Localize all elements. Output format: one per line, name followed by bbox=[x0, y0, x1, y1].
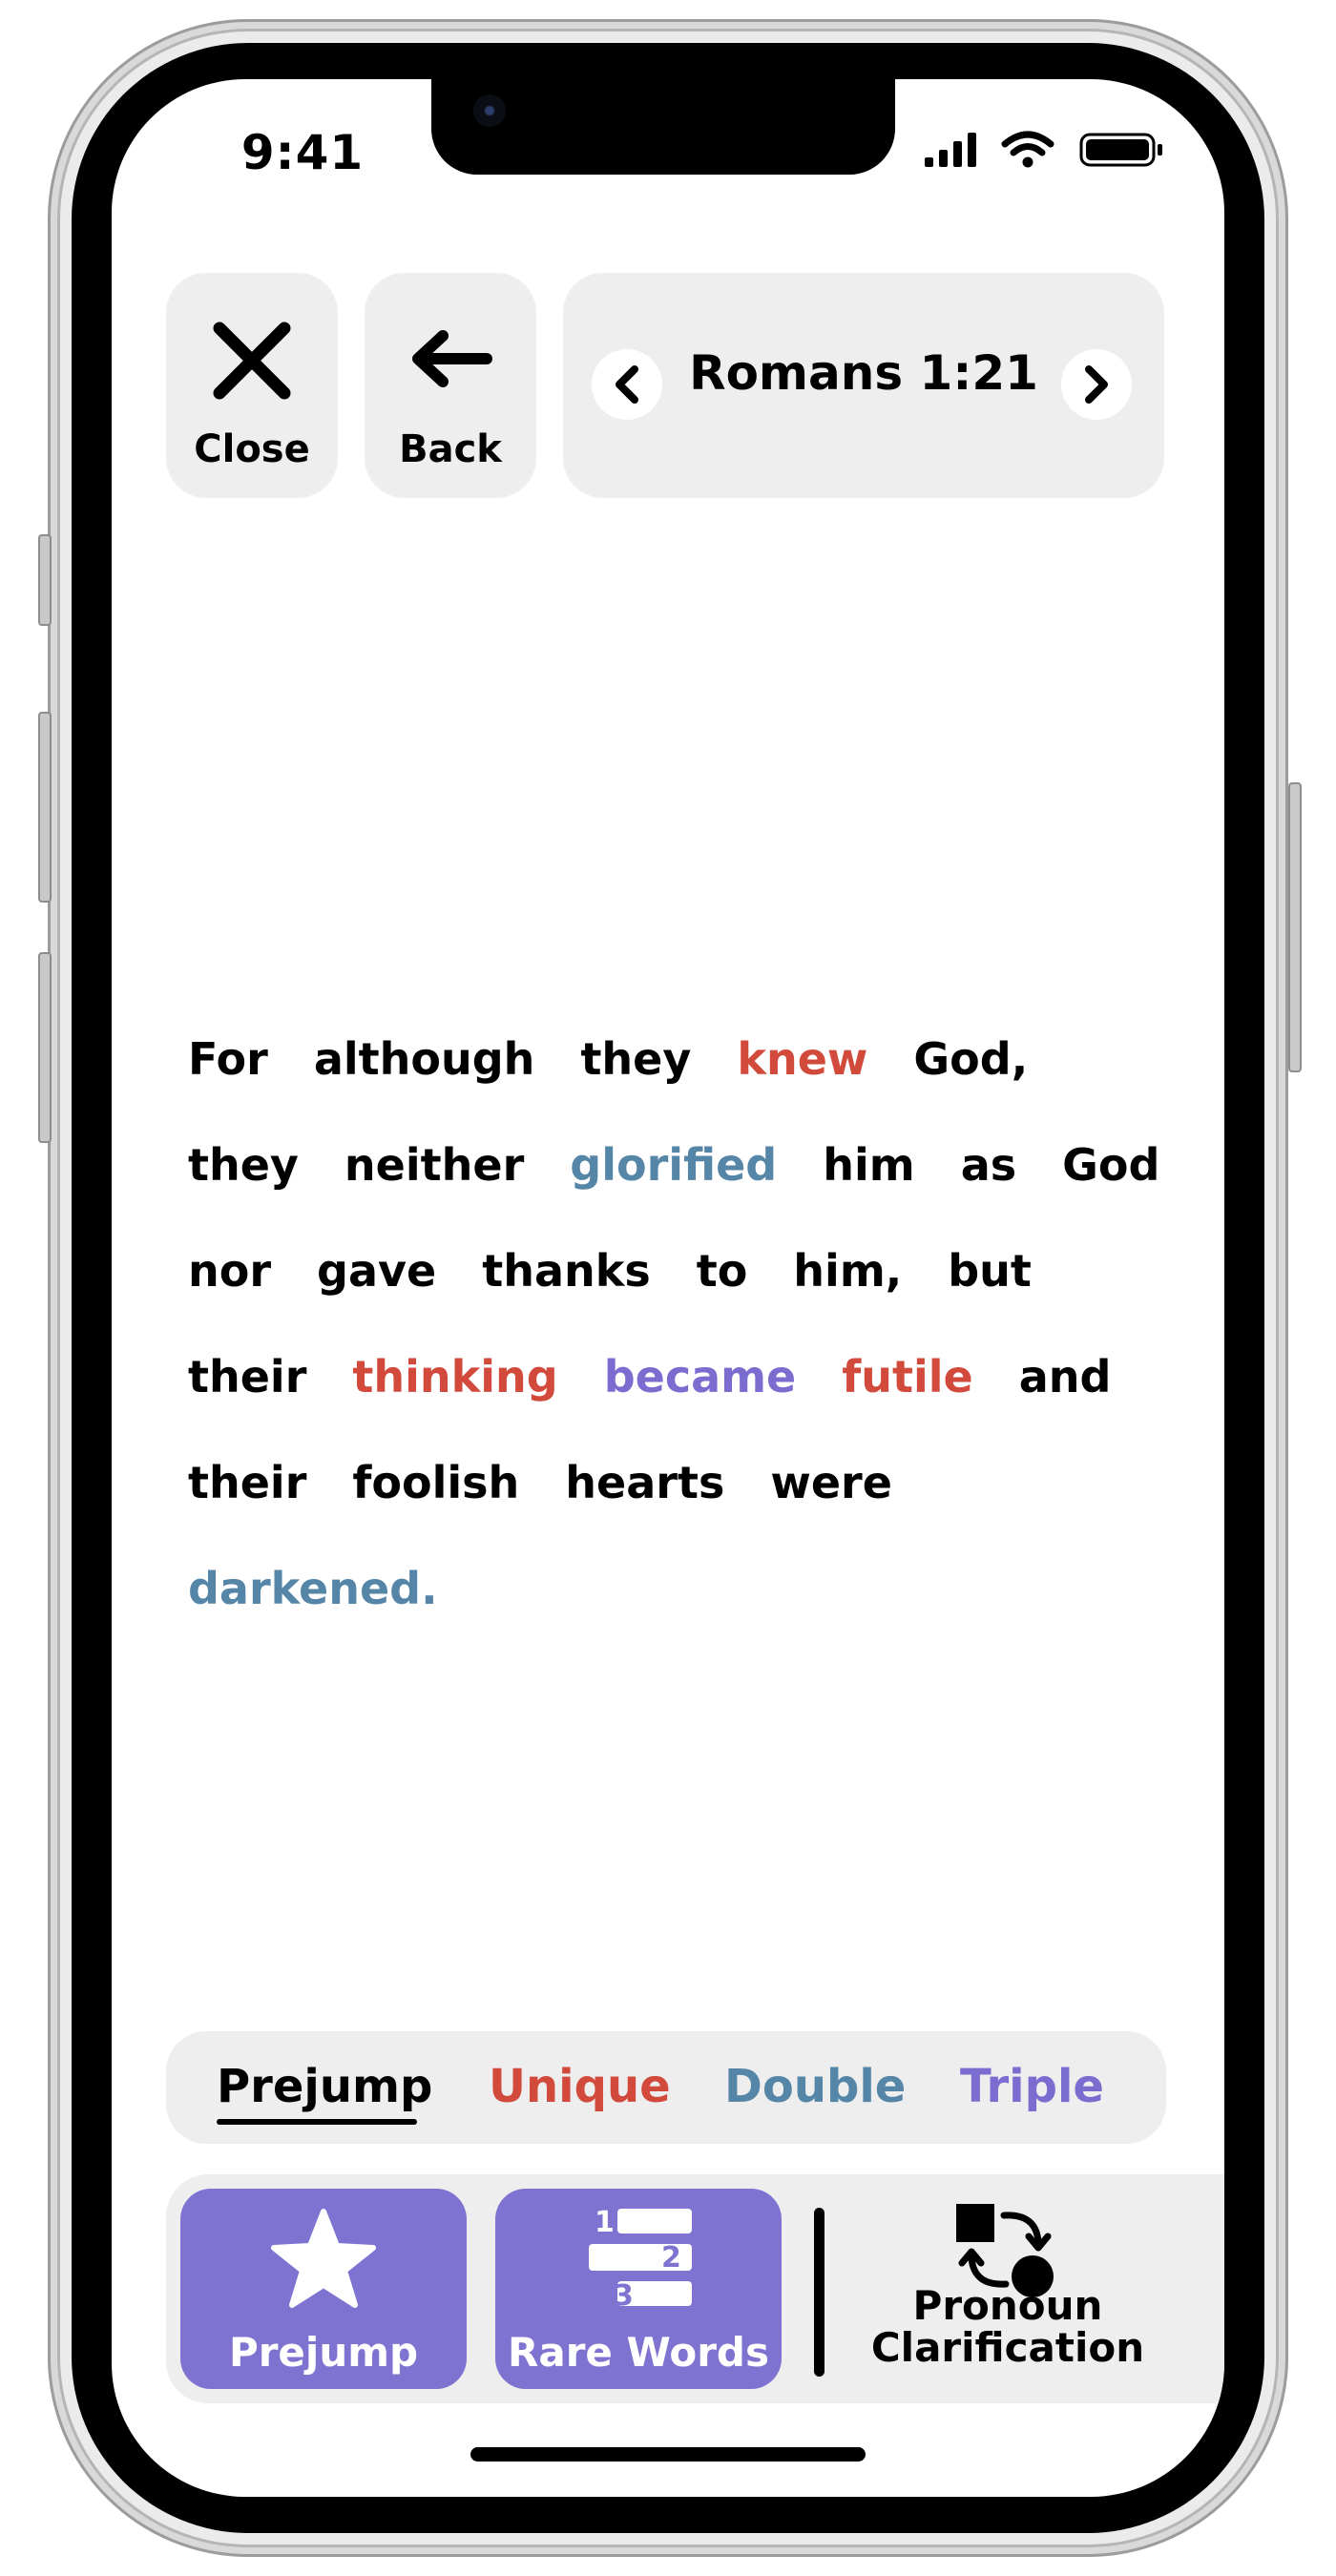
verse-navigator: Romans 1:21 bbox=[563, 273, 1164, 498]
verse-word: nor bbox=[188, 1245, 272, 1297]
tool-bar: Prejump 1 2 3 Rare Words Pronoun Clarifi… bbox=[166, 2174, 1224, 2403]
ranked-list-icon: 1 2 3 bbox=[589, 2206, 692, 2311]
signal-icon bbox=[925, 133, 976, 167]
battery-icon bbox=[1079, 133, 1162, 167]
verse-word: but bbox=[948, 1245, 1032, 1297]
verse-word: gave bbox=[317, 1245, 437, 1297]
close-icon bbox=[213, 322, 291, 400]
pronoun-label-line1: Pronoun bbox=[912, 2282, 1103, 2329]
power-button bbox=[1288, 782, 1302, 1072]
verse-word: their bbox=[188, 1457, 307, 1508]
verse-line: For although they knew God, bbox=[188, 1033, 1074, 1110]
highlighted-word-double[interactable]: glorified bbox=[570, 1139, 777, 1215]
camera-icon bbox=[473, 94, 506, 127]
verse-word: God, bbox=[913, 1033, 1029, 1085]
toolbar-divider bbox=[814, 2208, 825, 2377]
back-arrow-icon bbox=[412, 330, 492, 387]
tab-prejump-label: Prejump bbox=[217, 2060, 433, 2113]
highlighted-word-triple[interactable]: became bbox=[604, 1351, 797, 1427]
next-verse-button[interactable] bbox=[1061, 349, 1132, 420]
verse-word: and bbox=[1018, 1351, 1112, 1402]
verse-line: darkened. bbox=[188, 1563, 484, 1639]
rank-number-3: 3 bbox=[614, 2279, 634, 2311]
home-indicator bbox=[470, 2447, 866, 2462]
back-button[interactable]: Back bbox=[365, 273, 536, 498]
phone-screen: 9:41 Close Back Romans 1:21 For although… bbox=[112, 79, 1224, 2497]
tab-double[interactable]: Double bbox=[724, 2060, 906, 2113]
status-icons bbox=[923, 131, 1171, 169]
chevron-left-icon bbox=[616, 365, 638, 404]
verse-word: they bbox=[580, 1033, 692, 1085]
verse-word: to bbox=[696, 1245, 748, 1297]
tab-selected-underline bbox=[217, 2119, 417, 2125]
prejump-tool-label: Prejump bbox=[228, 2329, 419, 2376]
verse-word: their bbox=[188, 1351, 307, 1402]
highlighted-word-unique[interactable]: futile bbox=[842, 1351, 972, 1427]
verse-word: hearts bbox=[565, 1457, 725, 1508]
tab-prejump[interactable]: Prejump bbox=[217, 2060, 432, 2125]
verse-word: were bbox=[770, 1457, 892, 1508]
chevron-right-icon bbox=[1085, 365, 1108, 404]
verse-word: For bbox=[188, 1033, 268, 1085]
verse-word: although bbox=[313, 1033, 535, 1085]
star-icon bbox=[271, 2209, 376, 2308]
tab-unique[interactable]: Unique bbox=[489, 2060, 671, 2113]
rare-words-tool-label: Rare Words bbox=[508, 2329, 769, 2376]
wifi-icon bbox=[1001, 131, 1054, 168]
previous-verse-button[interactable] bbox=[592, 349, 662, 420]
rare-words-tool-button[interactable]: 1 2 3 Rare Words bbox=[495, 2189, 782, 2389]
verse-line: their foolish hearts were bbox=[188, 1457, 938, 1533]
verse-word: him, bbox=[793, 1245, 903, 1297]
close-label: Close bbox=[194, 427, 310, 471]
verse-word: God bbox=[1062, 1139, 1160, 1191]
mute-switch bbox=[38, 534, 52, 626]
back-label: Back bbox=[399, 427, 502, 471]
highlighted-word-unique[interactable]: knew bbox=[737, 1033, 867, 1110]
verse-word: him bbox=[823, 1139, 915, 1191]
pronoun-clarification-label: Pronoun Clarification bbox=[836, 2285, 1179, 2369]
prejump-tool-button[interactable]: Prejump bbox=[180, 2189, 467, 2389]
verse-line: their thinking became futile and bbox=[188, 1351, 1157, 1427]
verse-word: neither bbox=[344, 1139, 525, 1191]
verse-line: they neither glorified him as God bbox=[188, 1139, 1205, 1215]
volume-up-button bbox=[38, 712, 52, 903]
notch bbox=[431, 79, 895, 175]
rank-number-2: 2 bbox=[661, 2241, 681, 2275]
category-legend: Prejump Unique Double Triple bbox=[166, 2031, 1166, 2144]
verse-word: as bbox=[960, 1139, 1017, 1191]
pronoun-label-line2: Clarification bbox=[870, 2324, 1145, 2371]
rank-number-1: 1 bbox=[595, 2206, 615, 2239]
volume-down-button bbox=[38, 952, 52, 1143]
tab-triple[interactable]: Triple bbox=[960, 2060, 1104, 2113]
verse-word: foolish bbox=[352, 1457, 520, 1508]
close-button[interactable]: Close bbox=[166, 273, 338, 498]
verse-word: they bbox=[188, 1139, 299, 1191]
verse-line: nor gave thanks to him, but bbox=[188, 1245, 1077, 1321]
verse-word: thanks bbox=[482, 1245, 651, 1297]
highlighted-word-unique[interactable]: thinking bbox=[352, 1351, 557, 1427]
highlighted-word-double[interactable]: darkened. bbox=[188, 1563, 438, 1639]
status-time: 9:41 bbox=[240, 125, 365, 180]
verse-reference: Romans 1:21 bbox=[689, 345, 1038, 401]
